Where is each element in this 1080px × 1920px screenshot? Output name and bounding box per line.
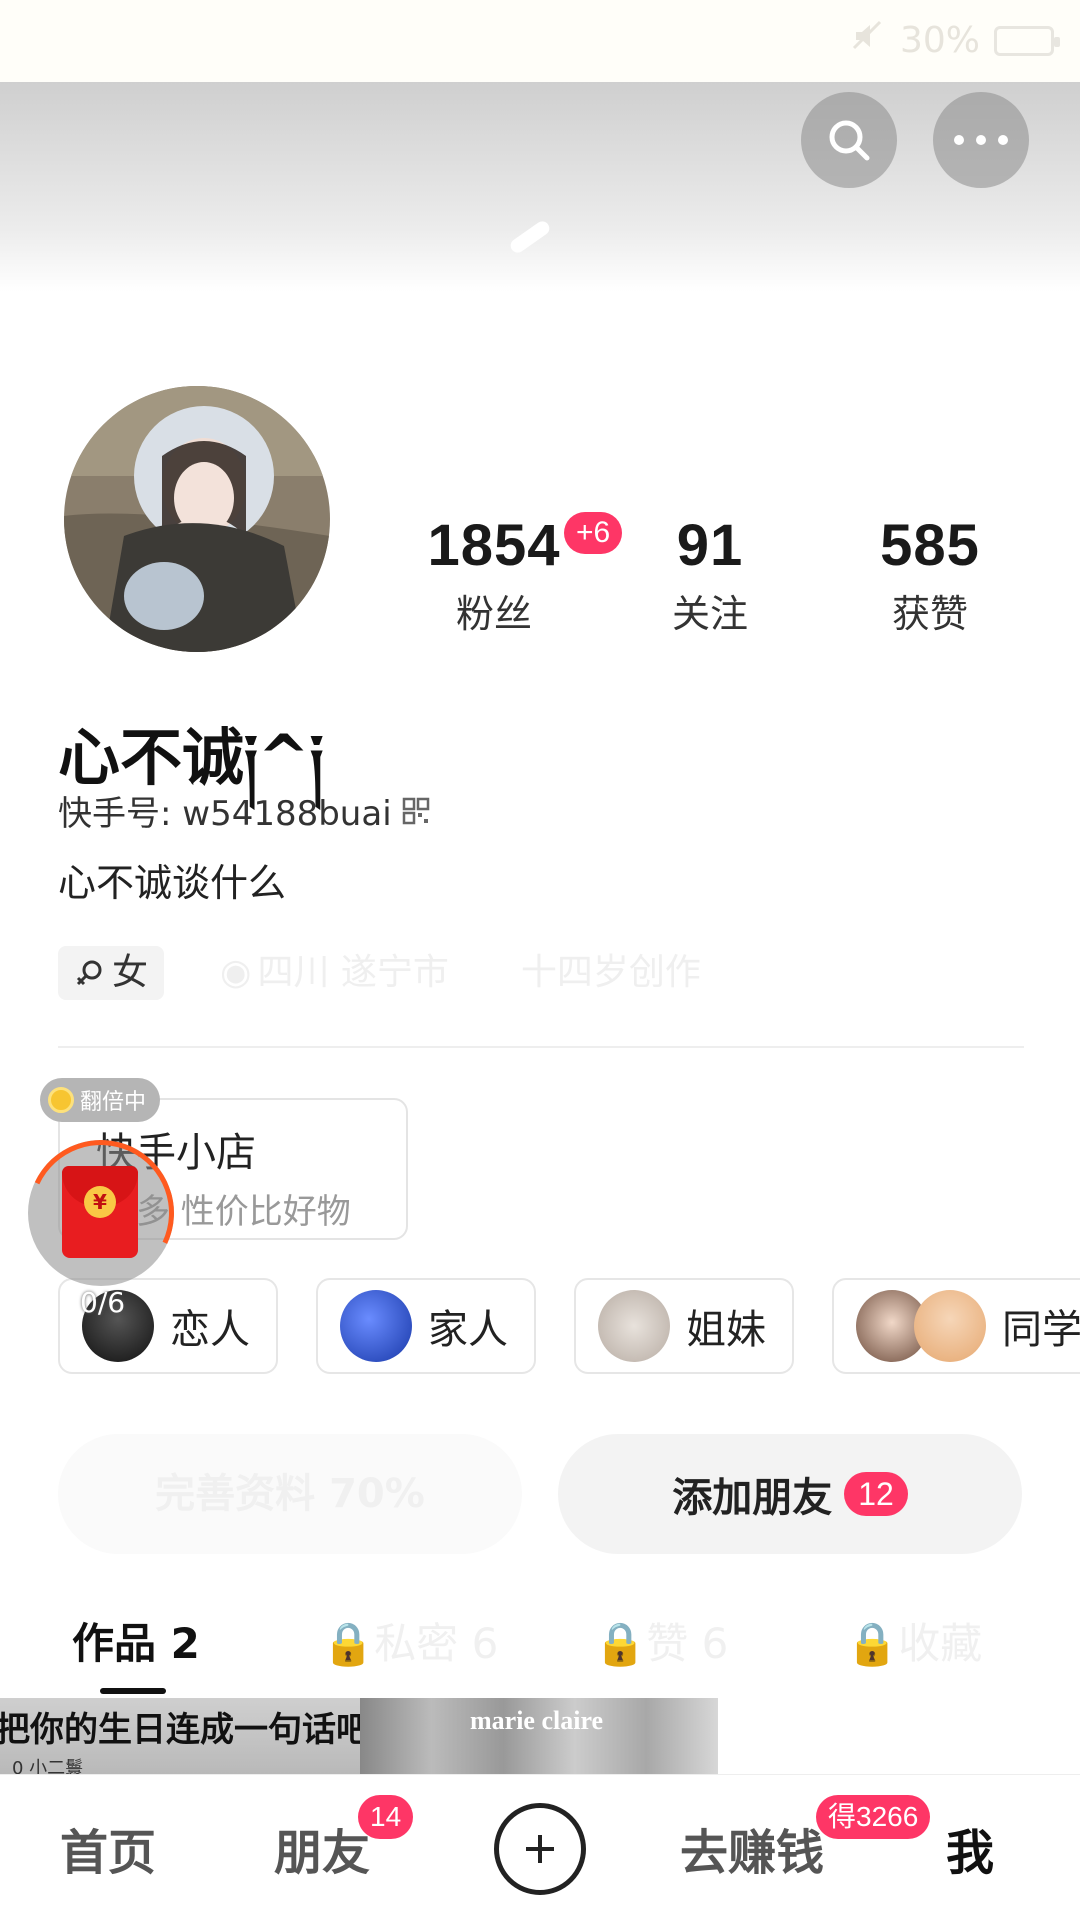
bottom-nav: 首页 朋友 14 去赚钱 得3266 我 — [0, 1774, 1080, 1920]
kwai-id[interactable]: 快手号: w54188buai — [58, 786, 430, 835]
divider — [58, 1046, 1024, 1048]
mute-icon — [850, 18, 886, 63]
likes-stat[interactable]: 585 获赞 — [870, 512, 990, 638]
chip-classmates[interactable]: 同学 — [832, 1278, 1080, 1374]
doubling-label: 翻倍中 — [80, 1090, 147, 1115]
search-icon — [829, 120, 870, 161]
tab-private-label: 私密 6 — [374, 1619, 499, 1668]
following-count: 91 — [676, 513, 744, 578]
add-friends-badge: 12 — [844, 1472, 908, 1516]
chip-label: 姐妹 — [686, 1307, 766, 1353]
earn-badge: 得3266 — [816, 1795, 931, 1839]
work-thumbnail[interactable]: 把你的生日连成一句话吧 0 小二鬟 — [0, 1698, 360, 1774]
plus-icon — [526, 1835, 554, 1863]
more-button[interactable] — [933, 92, 1029, 188]
fans-label: 粉丝 — [455, 592, 532, 636]
gender-label: 女 — [112, 952, 149, 993]
content-tabs: 作品 2 🔒私密 6 🔒赞 6 🔒收藏 — [0, 1600, 1080, 1694]
likes-count: 585 — [880, 513, 980, 578]
chip-avatar — [598, 1290, 670, 1362]
location-tag: ◉ 四川 遂宁市 — [204, 946, 465, 1000]
red-packet-button[interactable]: ¥ — [7, 1119, 195, 1307]
coin-icon — [48, 1087, 74, 1113]
add-friends-label: 添加朋友 — [672, 1475, 833, 1521]
more-icon — [954, 135, 1008, 145]
nav-earn[interactable]: 去赚钱 — [680, 1813, 824, 1883]
location-icon: ◉ — [220, 952, 252, 993]
chip-label: 恋人 — [170, 1307, 250, 1353]
profile-header-background — [0, 82, 1080, 292]
tab-works[interactable]: 作品 2 — [72, 1610, 200, 1671]
chip-avatar — [340, 1290, 412, 1362]
profile-tags: 女 ◉ 四川 遂宁市 十四岁创作 — [58, 946, 717, 1000]
yen-icon: ¥ — [84, 1186, 116, 1218]
works-grid: 把你的生日连成一句话吧 0 小二鬟 marie claire — [0, 1698, 1080, 1774]
battery-icon — [994, 25, 1060, 56]
new-fans-badge: +6 — [564, 512, 623, 554]
chip-label: 家人 — [428, 1307, 508, 1353]
chip-avatar — [914, 1290, 986, 1362]
username: 心不诚༏^༏ — [58, 721, 324, 794]
battery-percent: 30% — [899, 20, 980, 61]
chip-label: 同学 — [1002, 1307, 1080, 1353]
avatar[interactable] — [64, 386, 330, 652]
thumbnail-caption: marie claire — [470, 1706, 604, 1735]
red-packet-icon: ¥ — [62, 1166, 138, 1258]
tab-favorites[interactable]: 🔒收藏 — [846, 1610, 982, 1671]
fans-count: 1854 — [427, 513, 561, 578]
bio: 心不诚谈什么 — [58, 861, 287, 905]
extra-tag: 十四岁创作 — [505, 946, 717, 1000]
nav-me[interactable]: 我 — [946, 1813, 994, 1883]
location-label: 四川 遂宁市 — [257, 952, 449, 993]
chip-family[interactable]: 家人 — [316, 1278, 536, 1374]
following-stat[interactable]: 91 关注 — [660, 512, 760, 638]
complete-profile-button[interactable]: 完善资料 70% — [58, 1434, 522, 1554]
thumbnail-caption: 把你的生日连成一句话吧 — [0, 1710, 360, 1750]
likes-label: 获赞 — [891, 592, 968, 636]
friends-badge: 14 — [358, 1795, 414, 1839]
tab-favorites-label: 收藏 — [898, 1619, 983, 1668]
nav-home[interactable]: 首页 — [60, 1813, 156, 1883]
female-icon — [76, 960, 102, 986]
search-button[interactable] — [801, 92, 897, 188]
following-label: 关注 — [671, 592, 748, 636]
tab-underline — [100, 1688, 166, 1694]
tab-likes[interactable]: 🔒赞 6 — [594, 1610, 728, 1671]
thumbnail-subcaption: 0 小二鬟 — [12, 1758, 84, 1774]
tab-private[interactable]: 🔒私密 6 — [322, 1610, 498, 1671]
gender-tag: 女 — [58, 946, 165, 1000]
status-right: 30% — [850, 18, 1060, 63]
add-friends-button[interactable]: 添加朋友 12 — [558, 1434, 1022, 1554]
status-bar: 30% — [0, 0, 1080, 82]
nav-friends[interactable]: 朋友 — [274, 1813, 370, 1883]
kwai-id-text: 快手号: w54188buai — [58, 794, 392, 834]
work-thumbnail[interactable]: marie claire — [360, 1698, 718, 1774]
tab-likes-label: 赞 6 — [646, 1619, 729, 1668]
qr-code-icon[interactable] — [402, 797, 430, 825]
doubling-badge: 翻倍中 — [40, 1078, 161, 1122]
relation-chips: 恋人 家人 姐妹 同学 — [58, 1278, 1080, 1374]
fans-stat[interactable]: 1854 粉丝 — [424, 512, 564, 638]
chip-sisters[interactable]: 姐妹 — [574, 1278, 794, 1374]
header-decoration — [507, 218, 553, 256]
create-button[interactable] — [494, 1803, 586, 1895]
extra-label: 十四岁创作 — [520, 952, 701, 993]
red-packet-count: 0/6 — [80, 1286, 126, 1319]
